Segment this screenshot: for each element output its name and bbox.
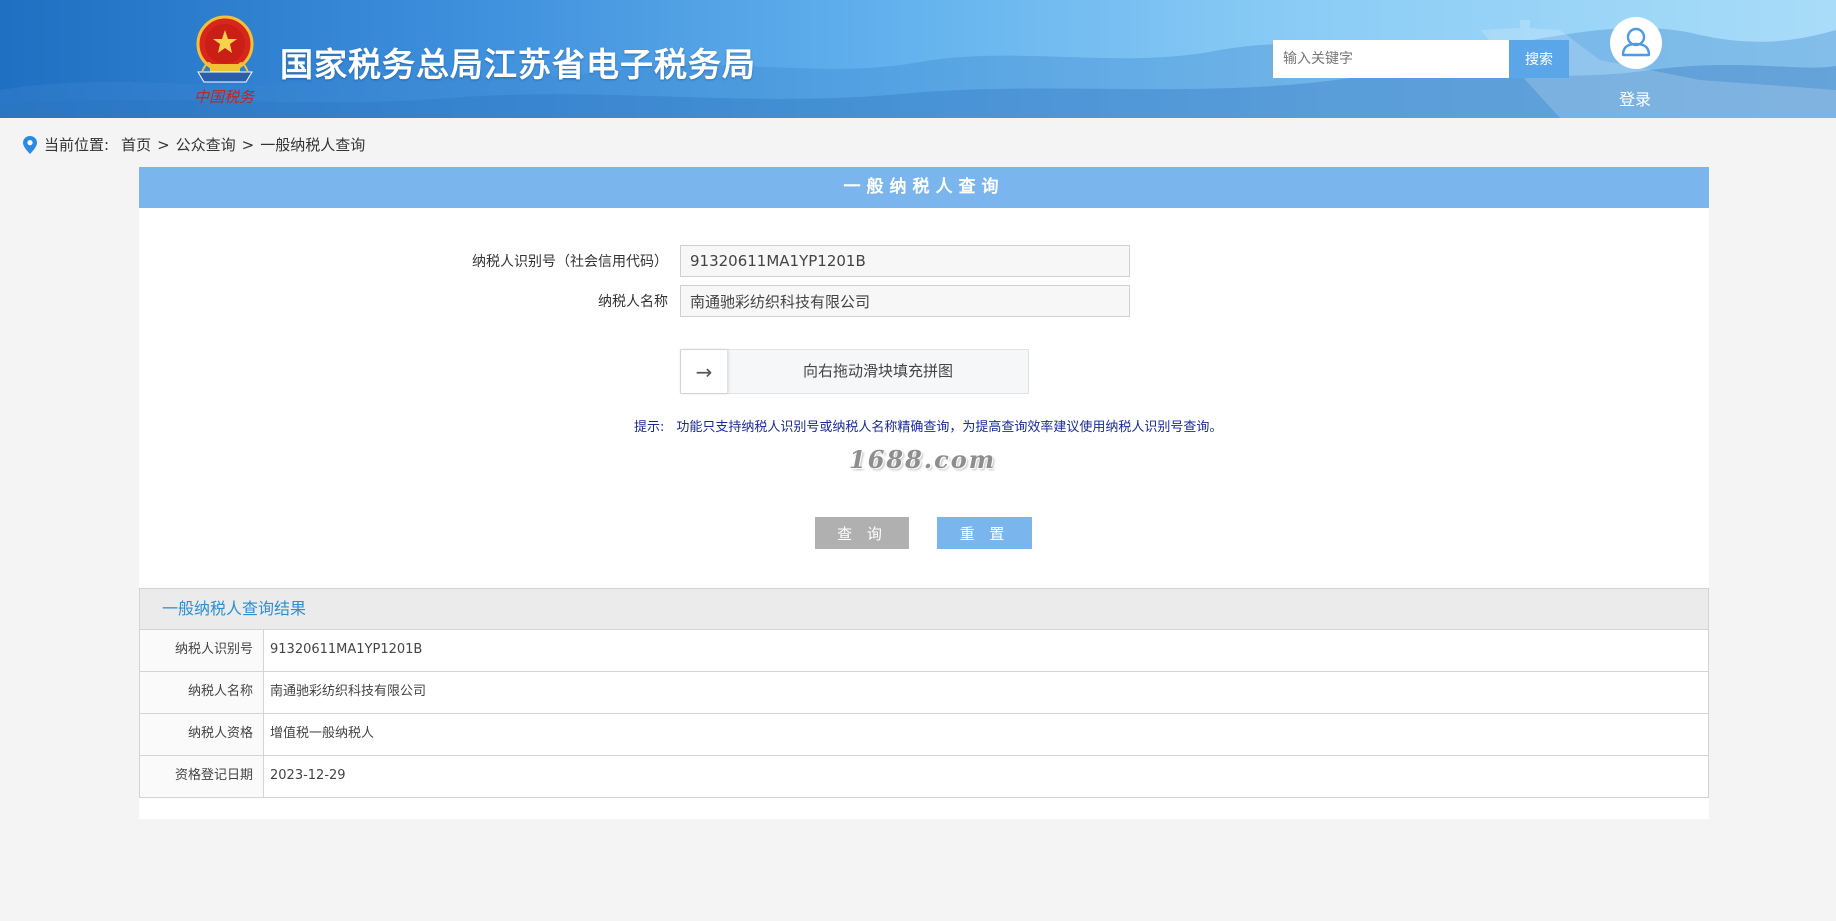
- breadcrumb-separator: >: [157, 135, 170, 154]
- table-row: 纳税人资格 增值税一般纳税人: [139, 714, 1709, 756]
- result-value: 2023-12-29: [270, 768, 346, 783]
- breadcrumb-public-query[interactable]: 公众查询: [176, 134, 236, 155]
- slider-captcha[interactable]: → 向右拖动滑块填充拼图: [680, 349, 1029, 394]
- slider-hint: 向右拖动滑块填充拼图: [802, 362, 953, 380]
- watermark: 1688.com: [849, 445, 997, 474]
- query-button[interactable]: 查 询: [815, 517, 909, 549]
- table-row: 纳税人名称 南通驰彩纺织科技有限公司: [139, 672, 1709, 714]
- tip-label: 提示:: [634, 420, 665, 435]
- location-pin-icon: [23, 135, 37, 154]
- taxpayer-name-input[interactable]: [680, 285, 1130, 317]
- query-tip: 提示: 功能只支持纳税人识别号或纳税人名称精确查询，为提高查询效率建议使用纳税人识…: [634, 416, 1222, 435]
- emblem-caption: 中国税务: [194, 88, 255, 106]
- result-value: 南通驰彩纺织科技有限公司: [270, 684, 427, 699]
- taxpayer-id-input[interactable]: [680, 245, 1130, 277]
- result-label: 纳税人识别号: [140, 630, 264, 671]
- query-panel: 一般纳税人查询 纳税人识别号（社会信用代码） 纳税人名称 → 向右拖动滑块填充拼…: [139, 167, 1709, 819]
- search-button[interactable]: 搜索: [1509, 40, 1569, 78]
- breadcrumb-separator: >: [241, 135, 255, 154]
- user-avatar-icon[interactable]: [1610, 17, 1662, 69]
- reset-button[interactable]: 重 置: [937, 517, 1032, 549]
- slider-handle[interactable]: →: [681, 350, 728, 393]
- tip-text: 功能只支持纳税人识别号或纳税人名称精确查询，为提高查询效率建议使用纳税人识别号查…: [676, 420, 1223, 435]
- site-header: 中国税务 国家税务总局江苏省电子税务局 搜索 登录: [0, 0, 1836, 118]
- results-section: 一般纳税人查询结果 纳税人识别号 91320611MA1YP1201B 纳税人名…: [139, 588, 1709, 798]
- result-value: 91320611MA1YP1201B: [270, 642, 423, 657]
- arrow-right-icon: →: [695, 359, 713, 384]
- breadcrumb-home[interactable]: 首页: [121, 134, 151, 155]
- result-label: 纳税人资格: [140, 714, 264, 755]
- panel-title: 一般纳税人查询: [139, 167, 1709, 208]
- breadcrumb: 当前位置: 首页 > 公众查询 > 一般纳税人查询: [22, 134, 365, 155]
- results-title: 一般纳税人查询结果: [139, 588, 1709, 630]
- table-row: 纳税人识别号 91320611MA1YP1201B: [139, 630, 1709, 672]
- taxpayer-id-label: 纳税人识别号（社会信用代码）: [472, 254, 668, 270]
- result-value: 增值税一般纳税人: [270, 726, 375, 741]
- breadcrumb-current: 一般纳税人查询: [260, 136, 366, 154]
- site-title: 国家税务总局江苏省电子税务局: [280, 45, 756, 84]
- table-row: 资格登记日期 2023-12-29: [139, 756, 1709, 798]
- search-input[interactable]: [1273, 40, 1509, 78]
- result-label: 纳税人名称: [140, 672, 264, 713]
- login-link[interactable]: 登录: [1619, 86, 1651, 110]
- taxpayer-name-label: 纳税人名称: [598, 294, 668, 310]
- result-label: 资格登记日期: [140, 756, 264, 797]
- breadcrumb-prefix: 当前位置:: [44, 136, 110, 154]
